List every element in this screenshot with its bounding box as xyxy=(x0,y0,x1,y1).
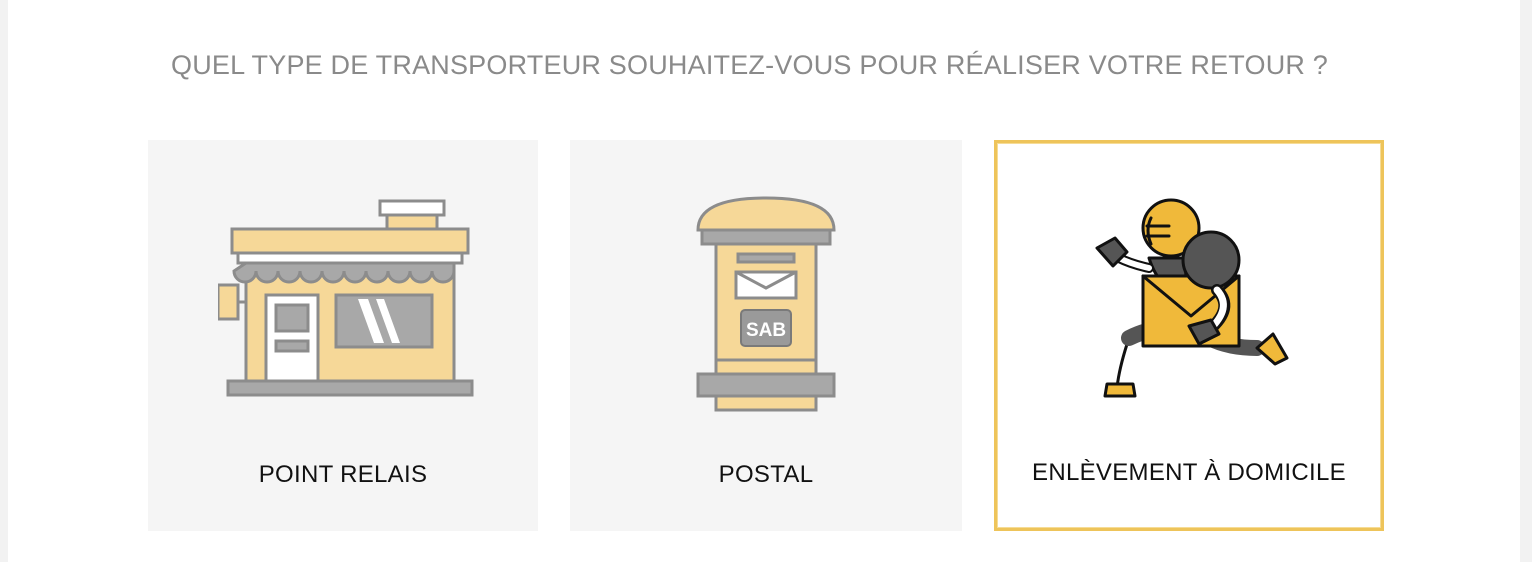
mailbox-icon: SAB xyxy=(696,196,836,412)
option-label: POINT RELAIS xyxy=(258,461,428,488)
option-enlevement-domicile[interactable]: ENLÈVEMENT À DOMICILE xyxy=(994,140,1384,531)
option-postal[interactable]: SAB POSTAL xyxy=(570,140,962,531)
mailbox-logo: SAB xyxy=(740,309,792,347)
courier-runner-icon xyxy=(1095,198,1289,398)
svg-text:SAB: SAB xyxy=(746,320,786,341)
option-label: POSTAL xyxy=(718,461,814,488)
question-heading: QUEL TYPE DE TRANSPORTEUR SOUHAITEZ-VOUS… xyxy=(171,50,1329,80)
option-point-relais[interactable]: POINT RELAIS xyxy=(148,140,538,531)
option-label: ENLÈVEMENT À DOMICILE xyxy=(1032,459,1346,486)
shop-icon xyxy=(218,199,474,397)
